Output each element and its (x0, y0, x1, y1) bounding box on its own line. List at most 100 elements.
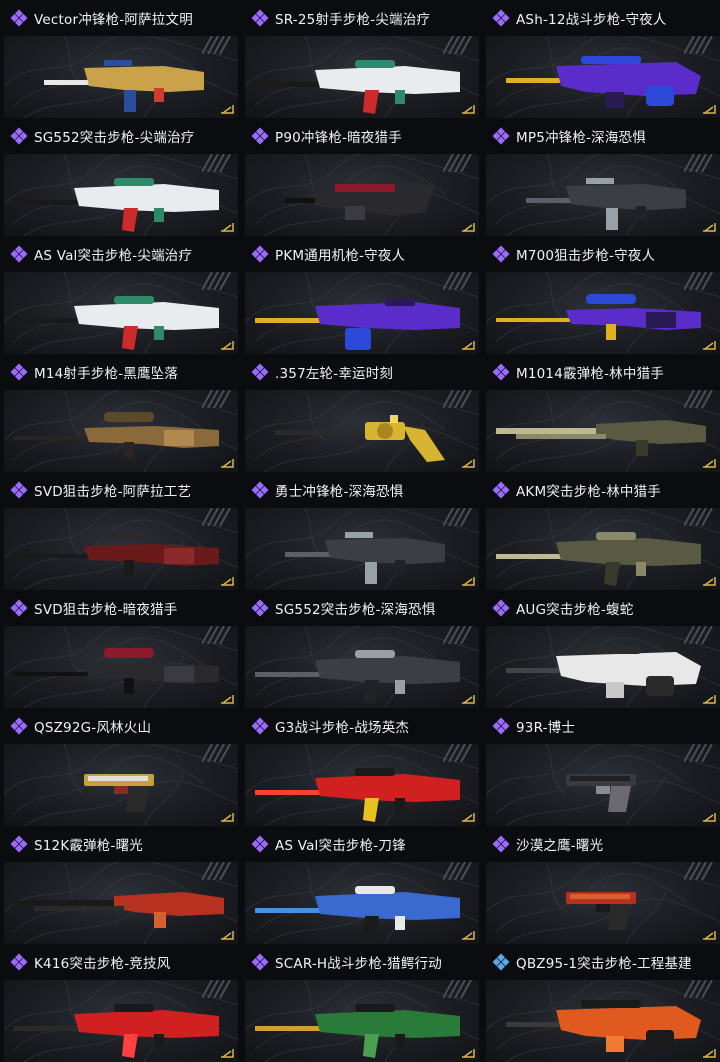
skin-card-header: SG552突击步枪-尖端治疗 (0, 118, 238, 154)
rarity-corner-icon (462, 577, 475, 586)
rarity-diamond-icon (492, 481, 510, 499)
rifle-weapon-icon (14, 296, 219, 350)
rarity-corner-icon (462, 1049, 475, 1058)
rarity-corner-icon (221, 577, 234, 586)
skin-preview-image[interactable] (486, 980, 720, 1062)
skin-card[interactable]: SVD狙击步枪-暗夜猎手 (0, 590, 238, 708)
skin-preview-image[interactable] (486, 744, 720, 826)
skin-card-header: AS Val突击步枪-尖端治疗 (0, 236, 238, 272)
skin-card-header: Vector冲锋枪-阿萨拉文明 (0, 0, 238, 36)
skin-preview-image[interactable] (4, 744, 238, 826)
sniper-weapon-icon (14, 648, 219, 694)
skin-preview-image[interactable] (245, 390, 479, 472)
skin-title: M700狙击步枪-守夜人 (516, 248, 656, 264)
skin-title: P90冲锋枪-暗夜猎手 (275, 130, 402, 146)
skin-preview-image[interactable] (245, 744, 479, 826)
rarity-corner-icon (703, 341, 716, 350)
skin-preview-image[interactable] (486, 626, 720, 708)
skin-preview-image[interactable] (245, 508, 479, 590)
rifle-weapon-icon (496, 532, 701, 586)
skin-preview-image[interactable] (245, 36, 479, 118)
skin-card[interactable]: QBZ95-1突击步枪-工程基建 (482, 944, 720, 1062)
skin-card[interactable]: Vector冲锋枪-阿萨拉文明 (0, 0, 238, 118)
skin-title: .357左轮-幸运时刻 (275, 366, 394, 382)
skin-preview-image[interactable] (4, 272, 238, 354)
skin-preview-image[interactable] (245, 862, 479, 944)
skin-card[interactable]: PKM通用机枪-守夜人 (241, 236, 479, 354)
skin-card-header: K416突击步枪-竞技风 (0, 944, 238, 980)
rarity-corner-icon (462, 813, 475, 822)
skin-card-header: S12K霰弹枪-曙光 (0, 826, 238, 862)
rarity-diamond-icon (251, 717, 269, 735)
skin-preview-image[interactable] (4, 36, 238, 118)
skin-card[interactable]: M14射手步枪-黑鹰坠落 (0, 354, 238, 472)
skin-preview-image[interactable] (4, 980, 238, 1062)
skin-preview-image[interactable] (486, 508, 720, 590)
rarity-diamond-icon (251, 245, 269, 263)
skin-title: 93R-博士 (516, 720, 576, 736)
skin-card[interactable]: 沙漠之鹰-曙光 (482, 826, 720, 944)
skin-card-header: PKM通用机枪-守夜人 (241, 236, 479, 272)
skin-card-header: 93R-博士 (482, 708, 720, 744)
skin-card[interactable]: SVD狙击步枪-阿萨拉工艺 (0, 472, 238, 590)
skin-title: ASh-12战斗步枪-守夜人 (516, 12, 667, 28)
skin-preview-image[interactable] (4, 862, 238, 944)
skin-preview-image[interactable] (486, 36, 720, 118)
skin-card[interactable]: QSZ92G-风林火山 (0, 708, 238, 826)
skin-card[interactable]: SCAR-H战斗步枪-猎鳄行动 (241, 944, 479, 1062)
skin-card-header: AUG突击步枪-蝮蛇 (482, 590, 720, 626)
skin-card[interactable]: G3战斗步枪-战场英杰 (241, 708, 479, 826)
skin-card[interactable]: AS Val突击步枪-刀锋 (241, 826, 479, 944)
skin-preview-image[interactable] (245, 154, 479, 236)
skin-card[interactable]: AKM突击步枪-林中猎手 (482, 472, 720, 590)
rarity-diamond-icon (492, 599, 510, 617)
skin-card-header: 沙漠之鹰-曙光 (482, 826, 720, 862)
skin-preview-image[interactable] (4, 508, 238, 590)
skin-card-header: .357左轮-幸运时刻 (241, 354, 479, 390)
skin-card[interactable]: AS Val突击步枪-尖端治疗 (0, 236, 238, 354)
rarity-corner-icon (221, 459, 234, 468)
skin-preview-image[interactable] (245, 272, 479, 354)
skin-card[interactable]: S12K霰弹枪-曙光 (0, 826, 238, 944)
skin-card[interactable]: AUG突击步枪-蝮蛇 (482, 590, 720, 708)
rarity-corner-icon (703, 459, 716, 468)
skin-card[interactable]: SR-25射手步枪-尖端治疗 (241, 0, 479, 118)
skin-card[interactable]: SG552突击步枪-尖端治疗 (0, 118, 238, 236)
skin-title: AS Val突击步枪-刀锋 (275, 838, 406, 854)
rarity-diamond-icon (492, 363, 510, 381)
rarity-corner-icon (462, 223, 475, 232)
skin-preview-image[interactable] (4, 390, 238, 472)
rarity-diamond-icon (251, 953, 269, 971)
rarity-diamond-icon (10, 9, 28, 27)
skin-preview-image[interactable] (486, 272, 720, 354)
skin-card[interactable]: P90冲锋枪-暗夜猎手 (241, 118, 479, 236)
skin-title: SVD狙击步枪-阿萨拉工艺 (34, 484, 192, 500)
skin-title: M1014霰弹枪-林中猎手 (516, 366, 664, 382)
skin-card[interactable]: K416突击步枪-竞技风 (0, 944, 238, 1062)
skin-preview-image[interactable] (4, 154, 238, 236)
skin-card[interactable]: M700狙击步枪-守夜人 (482, 236, 720, 354)
skin-preview-image[interactable] (486, 390, 720, 472)
shotgun-weapon-icon (496, 420, 706, 456)
skin-title: K416突击步枪-竞技风 (34, 956, 171, 972)
rarity-diamond-icon (492, 9, 510, 27)
skin-card[interactable]: SG552突击步枪-深海恐惧 (241, 590, 479, 708)
skin-card[interactable]: M1014霰弹枪-林中猎手 (482, 354, 720, 472)
skin-card[interactable]: MP5冲锋枪-深海恐惧 (482, 118, 720, 236)
skin-card[interactable]: .357左轮-幸运时刻 (241, 354, 479, 472)
rarity-diamond-icon (10, 481, 28, 499)
skin-card-header: M1014霰弹枪-林中猎手 (482, 354, 720, 390)
skin-card[interactable]: 93R-博士 (482, 708, 720, 826)
skin-card[interactable]: 勇士冲锋枪-深海恐惧 (241, 472, 479, 590)
skin-preview-image[interactable] (245, 626, 479, 708)
skin-title: SVD狙击步枪-暗夜猎手 (34, 602, 178, 618)
skin-preview-image[interactable] (486, 862, 720, 944)
skin-preview-image[interactable] (4, 626, 238, 708)
skin-preview-image[interactable] (245, 980, 479, 1062)
rarity-diamond-icon (251, 9, 269, 27)
skin-card-header: M700狙击步枪-守夜人 (482, 236, 720, 272)
skin-card[interactable]: ASh-12战斗步枪-守夜人 (482, 0, 720, 118)
skin-preview-image[interactable] (486, 154, 720, 236)
lmg-weapon-icon (255, 298, 460, 350)
rarity-diamond-icon (492, 127, 510, 145)
